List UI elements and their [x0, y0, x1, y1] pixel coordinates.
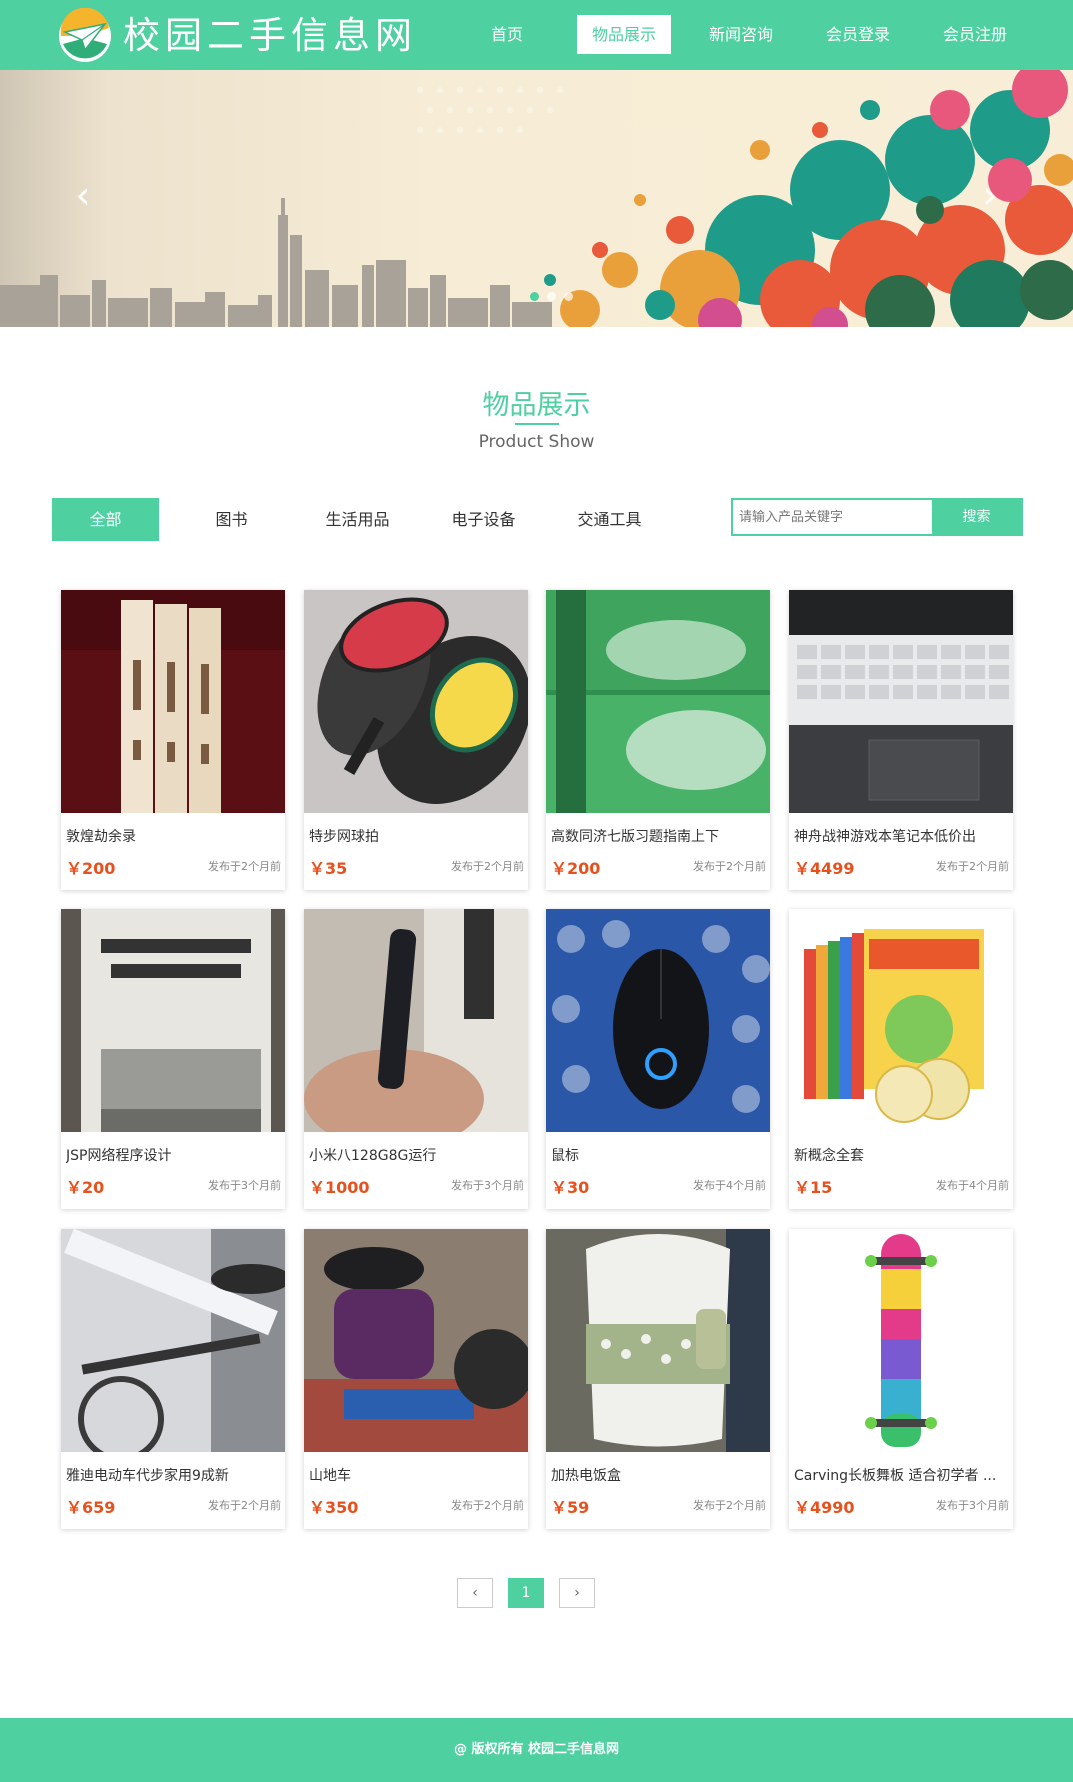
banner-dot[interactable]	[530, 292, 539, 301]
product-card[interactable]: 小米八128G8G运行 ￥1000 发布于3个月前	[304, 909, 528, 1209]
pagination: ‹ 1 ›	[457, 1578, 610, 1608]
search-input[interactable]	[733, 500, 932, 534]
product-price: ￥30	[551, 1178, 590, 1197]
product-time: 发布于4个月前	[693, 1179, 766, 1192]
product-time: 发布于2个月前	[208, 860, 281, 873]
banner-carousel[interactable]: ‹ ›	[0, 70, 1073, 327]
product-name[interactable]: 敦煌劫余录	[66, 826, 280, 846]
product-card[interactable]: 加热电饭盒 ￥59 发布于2个月前	[546, 1229, 770, 1529]
product-card[interactable]: 雅迪电动车代步家用9成新 ￥659 发布于2个月前	[61, 1229, 285, 1529]
product-name[interactable]: 特步网球拍	[309, 826, 523, 846]
product-image	[546, 1229, 770, 1452]
site-logo[interactable]: 校园二手信息网	[55, 8, 417, 64]
product-image	[304, 909, 528, 1132]
paper-plane-logo-icon	[59, 8, 111, 62]
product-price: ￥200	[551, 859, 601, 878]
product-image	[546, 590, 770, 813]
product-image	[789, 590, 1013, 813]
product-price: ￥350	[309, 1498, 359, 1517]
product-price: ￥1000	[309, 1178, 370, 1197]
nav-home[interactable]: 首页	[460, 15, 554, 54]
product-time: 发布于2个月前	[693, 1499, 766, 1512]
search-box: 搜索	[731, 498, 1023, 536]
nav-products[interactable]: 物品展示	[577, 15, 671, 54]
product-name[interactable]: 新概念全套	[794, 1145, 1008, 1165]
product-price: ￥59	[551, 1498, 590, 1517]
banner-dot[interactable]	[547, 292, 556, 301]
product-time: 发布于3个月前	[451, 1179, 524, 1192]
section-subtitle: Product Show	[478, 432, 595, 452]
product-image	[789, 1229, 1013, 1452]
product-price: ￥4990	[794, 1498, 855, 1517]
nav-login[interactable]: 会员登录	[811, 15, 905, 54]
next-page-chevron-right-icon[interactable]: ›	[559, 1578, 595, 1608]
main-nav: 首页 物品展示 新闻咨询 会员登录 会员注册	[460, 15, 1045, 54]
product-image	[304, 1229, 528, 1452]
banner-indicators	[530, 292, 581, 301]
product-name[interactable]: 小米八128G8G运行	[309, 1145, 523, 1165]
product-time: 发布于3个月前	[208, 1179, 281, 1192]
site-header: 校园二手信息网 首页 物品展示 新闻咨询 会员登录 会员注册	[0, 0, 1073, 70]
product-image	[61, 590, 285, 813]
product-image	[546, 909, 770, 1132]
product-time: 发布于2个月前	[693, 860, 766, 873]
product-card[interactable]: 山地车 ￥350 发布于2个月前	[304, 1229, 528, 1529]
product-card[interactable]: 特步网球拍 ￥35 发布于2个月前	[304, 590, 528, 890]
product-price: ￥35	[309, 859, 348, 878]
site-name: 校园二手信息网	[123, 14, 417, 57]
site-footer: @ 版权所有 校园二手信息网	[0, 1718, 1073, 1782]
section-title: 物品展示	[482, 390, 591, 421]
filter-transport[interactable]: 交通工具	[556, 498, 663, 541]
product-image	[304, 590, 528, 813]
product-card[interactable]: 神舟战神游戏本笔记本低价出 ￥4499 发布于2个月前	[789, 590, 1013, 890]
product-time: 发布于3个月前	[936, 1499, 1009, 1512]
banner-next-chevron-right-icon[interactable]: ›	[975, 175, 1005, 215]
filter-daily-goods[interactable]: 生活用品	[304, 498, 411, 541]
product-name[interactable]: Carving长板舞板 适合初学者 ...	[794, 1465, 1008, 1485]
product-image	[61, 909, 285, 1132]
product-time: 发布于2个月前	[208, 1499, 281, 1512]
product-card[interactable]: 新概念全套 ￥15 发布于4个月前	[789, 909, 1013, 1209]
product-image	[789, 909, 1013, 1132]
product-price: ￥659	[66, 1498, 116, 1517]
search-button[interactable]: 搜索	[932, 500, 1021, 534]
product-card[interactable]: 敦煌劫余录 ￥200 发布于2个月前	[61, 590, 285, 890]
product-name[interactable]: 高数同济七版习题指南上下	[551, 826, 765, 846]
filter-electronics[interactable]: 电子设备	[430, 498, 537, 541]
product-name[interactable]: 山地车	[309, 1465, 523, 1485]
product-time: 发布于2个月前	[451, 860, 524, 873]
product-name[interactable]: JSP网络程序设计	[66, 1145, 280, 1165]
product-price: ￥4499	[794, 859, 855, 878]
product-price: ￥15	[794, 1178, 833, 1197]
product-name[interactable]: 神舟战神游戏本笔记本低价出	[794, 826, 1008, 846]
prev-page-chevron-left-icon[interactable]: ‹	[457, 1578, 493, 1608]
category-filters: 全部 图书 生活用品 电子设备 交通工具	[52, 498, 682, 541]
filter-all[interactable]: 全部	[52, 498, 159, 541]
banner-dot[interactable]	[564, 292, 573, 301]
section-title-underline	[515, 423, 559, 425]
nav-news[interactable]: 新闻咨询	[694, 15, 788, 54]
banner-prev-chevron-left-icon[interactable]: ‹	[68, 175, 98, 215]
product-image	[61, 1229, 285, 1452]
nav-register[interactable]: 会员注册	[928, 15, 1022, 54]
product-time: 发布于4个月前	[936, 1179, 1009, 1192]
page-number[interactable]: 1	[508, 1578, 544, 1608]
product-card[interactable]: 鼠标 ￥30 发布于4个月前	[546, 909, 770, 1209]
product-name[interactable]: 鼠标	[551, 1145, 765, 1165]
product-name[interactable]: 加热电饭盒	[551, 1465, 765, 1485]
product-time: 发布于2个月前	[451, 1499, 524, 1512]
product-card[interactable]: Carving长板舞板 适合初学者 ... ￥4990 发布于3个月前	[789, 1229, 1013, 1529]
product-time: 发布于2个月前	[936, 860, 1009, 873]
product-card[interactable]: 高数同济七版习题指南上下 ￥200 发布于2个月前	[546, 590, 770, 890]
product-price: ￥200	[66, 859, 116, 878]
product-price: ￥20	[66, 1178, 105, 1197]
product-name[interactable]: 雅迪电动车代步家用9成新	[66, 1465, 280, 1485]
filter-books[interactable]: 图书	[178, 498, 285, 541]
banner-image	[0, 70, 1073, 327]
product-card[interactable]: JSP网络程序设计 ￥20 发布于3个月前	[61, 909, 285, 1209]
